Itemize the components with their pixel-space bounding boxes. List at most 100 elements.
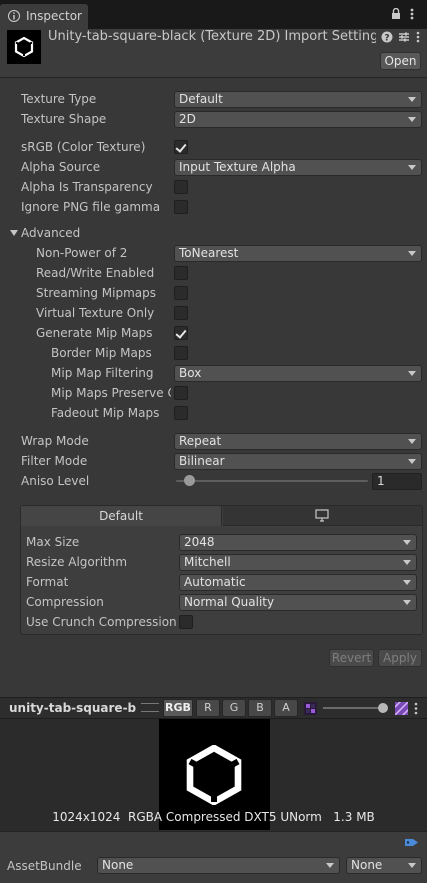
mip-slider-thumb[interactable] — [378, 703, 388, 713]
wrap-mode-value: Repeat — [179, 434, 222, 448]
mip-slider-track[interactable] — [323, 707, 385, 709]
foldout-arrow-icon[interactable] — [10, 230, 18, 236]
filter-mode-dropdown[interactable]: Bilinear — [174, 453, 422, 470]
chevron-down-icon — [408, 97, 416, 102]
border-mips-checkbox[interactable] — [174, 346, 188, 360]
format-value: Automatic — [184, 575, 246, 589]
fadeout-mips-checkbox[interactable] — [174, 406, 188, 420]
mip-small-icon — [304, 702, 317, 715]
resize-algorithm-value: Mitchell — [184, 555, 231, 569]
preview-menu-icon[interactable] — [414, 702, 418, 715]
compression-dropdown[interactable]: Normal Quality — [179, 594, 417, 611]
non-power-of-2-label: Non-Power of 2 — [36, 246, 128, 260]
chevron-down-icon — [408, 251, 416, 256]
generate-mips-label: Generate Mip Maps — [36, 326, 153, 340]
asset-bundle-variant-value: None — [351, 858, 383, 872]
non-power-of-2-dropdown[interactable]: ToNearest — [174, 245, 422, 262]
resize-algorithm-label: Resize Algorithm — [26, 555, 128, 569]
virtual-texture-label: Virtual Texture Only — [36, 306, 155, 320]
alpha-source-dropdown[interactable]: Input Texture Alpha — [174, 159, 422, 176]
resize-algorithm-dropdown[interactable]: Mitchell — [179, 554, 417, 571]
format-dropdown[interactable]: Automatic — [179, 574, 417, 591]
preserve-coverage-checkbox[interactable] — [174, 386, 188, 400]
ignore-png-gamma-label: Ignore PNG file gamma — [21, 200, 161, 214]
preserve-coverage-label: Mip Maps Preserve Coverage — [51, 386, 171, 400]
open-button[interactable]: Open — [380, 52, 421, 70]
chevron-down-icon — [408, 439, 416, 444]
max-size-dropdown[interactable]: 2048 — [179, 534, 417, 551]
chevron-down-icon — [408, 863, 416, 868]
format-label: Format — [26, 575, 69, 589]
crunch-checkbox[interactable] — [179, 615, 193, 629]
label-tag-icon[interactable] — [404, 836, 420, 849]
mip-filtering-dropdown[interactable]: Box — [174, 365, 422, 382]
tab-default-platform[interactable]: Default — [21, 506, 222, 526]
wrap-mode-dropdown[interactable]: Repeat — [174, 433, 422, 450]
page-title: Unity-tab-square-black (Texture 2D) Impo… — [48, 29, 376, 44]
texture-type-value: Default — [179, 92, 223, 106]
generate-mips-checkbox[interactable] — [174, 326, 188, 340]
texture-type-dropdown[interactable]: Default — [174, 91, 422, 108]
aniso-level-label: Aniso Level — [21, 474, 90, 488]
alpha-source-value: Input Texture Alpha — [179, 160, 296, 174]
preview-title: unity-tab-square-bla — [9, 701, 137, 715]
context-menu-icon[interactable] — [416, 31, 420, 43]
asset-bundle-name-value: None — [102, 858, 134, 872]
chevron-down-icon — [408, 459, 416, 464]
chevron-down-icon — [408, 165, 416, 170]
advanced-foldout[interactable]: Advanced — [21, 226, 80, 240]
aniso-slider-thumb[interactable] — [184, 475, 195, 486]
mip-filtering-label: Mip Map Filtering — [51, 366, 154, 380]
streaming-mipmaps-checkbox[interactable] — [174, 286, 188, 300]
asset-bundle-variant-dropdown[interactable]: None — [346, 857, 422, 874]
filter-mode-value: Bilinear — [179, 454, 225, 468]
svg-text:?: ? — [384, 33, 389, 43]
crunch-label: Use Crunch Compression — [26, 615, 177, 629]
mip-filtering-value: Box — [179, 366, 202, 380]
window-menu-icon[interactable] — [410, 7, 414, 21]
texture-thumbnail — [7, 30, 41, 64]
alpha-transparency-checkbox[interactable] — [174, 180, 188, 194]
channel-a-button[interactable]: A — [274, 699, 298, 717]
texture-type-label: Texture Type — [21, 92, 97, 106]
channel-rgb-button[interactable]: RGB — [163, 699, 193, 717]
texture-shape-label: Texture Shape — [21, 112, 107, 126]
monitor-icon — [315, 509, 329, 522]
ignore-png-gamma-checkbox[interactable] — [174, 200, 188, 214]
aniso-slider-track[interactable] — [176, 480, 368, 482]
read-write-label: Read/Write Enabled — [36, 266, 155, 280]
channel-b-button[interactable]: B — [248, 699, 272, 717]
apply-button[interactable]: Apply — [378, 649, 422, 667]
channel-r-button[interactable]: R — [196, 699, 220, 717]
srgb-checkbox[interactable] — [174, 140, 188, 154]
mip-large-icon — [395, 702, 408, 715]
channel-g-button[interactable]: G — [222, 699, 246, 717]
streaming-mipmaps-label: Streaming Mipmaps — [36, 286, 157, 300]
help-icon[interactable]: ? — [381, 31, 393, 43]
chevron-down-icon — [403, 580, 411, 585]
revert-button[interactable]: Revert — [329, 649, 374, 667]
drag-handle-icon[interactable] — [141, 703, 159, 712]
info-icon — [8, 10, 20, 22]
inspector-tab[interactable]: Inspector — [0, 4, 88, 29]
read-write-checkbox[interactable] — [174, 266, 188, 280]
asset-bundle-label: AssetBundle — [7, 859, 82, 873]
preset-icon[interactable] — [398, 31, 410, 43]
alpha-transparency-label: Alpha Is Transparency — [21, 180, 153, 194]
texture-shape-value: 2D — [179, 112, 196, 126]
aniso-level-input[interactable]: 1 — [372, 473, 422, 490]
chevron-down-icon — [403, 600, 411, 605]
chevron-down-icon — [408, 371, 416, 376]
chevron-down-icon — [408, 117, 416, 122]
tab-standalone-platform[interactable] — [223, 506, 422, 526]
fadeout-mips-label: Fadeout Mip Maps — [51, 406, 160, 420]
chevron-down-icon — [403, 560, 411, 565]
lock-icon[interactable] — [391, 8, 401, 20]
texture-info: 1024x1024 RGBA Compressed DXT5 UNorm 1.3… — [52, 810, 375, 824]
filter-mode-label: Filter Mode — [21, 454, 88, 468]
asset-bundle-name-dropdown[interactable]: None — [97, 857, 340, 874]
virtual-texture-checkbox[interactable] — [174, 306, 188, 320]
chevron-down-icon — [403, 540, 411, 545]
wrap-mode-label: Wrap Mode — [21, 434, 89, 448]
texture-shape-dropdown[interactable]: 2D — [174, 111, 422, 128]
